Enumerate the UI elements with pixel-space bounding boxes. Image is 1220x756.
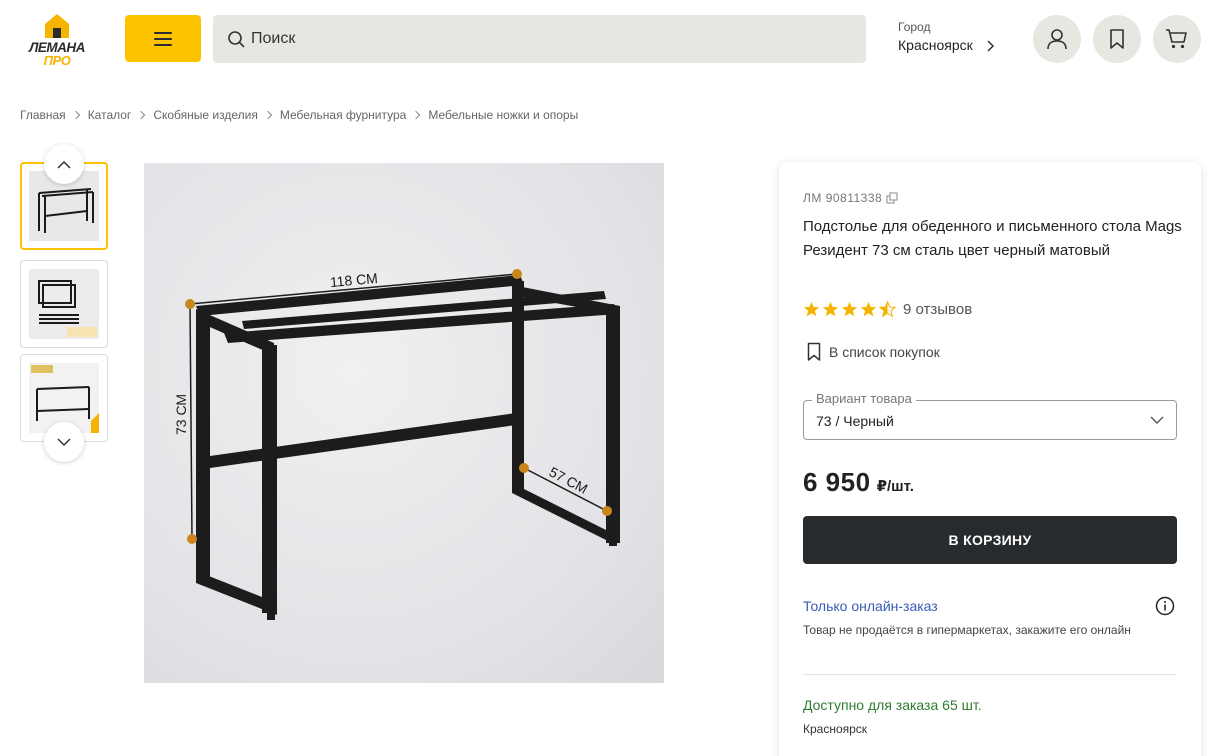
online-only-description: Товар не продаётся в гипермаркетах, зака…	[803, 623, 1131, 637]
height-dimension-label: 73 СМ	[173, 394, 189, 435]
thumbnail-scroll-down-button[interactable]	[44, 422, 84, 462]
variant-label: Вариант товара	[812, 391, 916, 406]
add-to-cart-button[interactable]: В КОРЗИНУ	[803, 516, 1177, 564]
breadcrumb: Главная Каталог Скобяные изделия Мебельн…	[20, 107, 578, 123]
chevron-right-icon	[137, 110, 146, 120]
price-value: 6 950	[803, 467, 871, 497]
product-info-panel: ЛМ 90811338 Подстолье для обеденного и п…	[779, 162, 1201, 756]
sku: ЛМ 90811338	[803, 191, 898, 205]
catalog-menu-button[interactable]	[125, 15, 201, 62]
variant-select[interactable]: Вариант товара 73 / Черный	[803, 391, 1177, 440]
online-only-title: Только онлайн-заказ	[803, 598, 938, 614]
availability-city: Красноярск	[803, 722, 868, 736]
price-unit: ₽/шт.	[876, 478, 914, 495]
variant-value: 73 / Черный	[816, 413, 894, 429]
thumbnail-image	[29, 269, 99, 339]
city-selector[interactable]: Город Красноярск	[898, 20, 1008, 60]
favorites-button[interactable]	[1093, 15, 1141, 63]
chevron-right-icon	[987, 40, 995, 52]
bookmark-icon	[1110, 29, 1124, 49]
star-icon	[860, 301, 877, 317]
star-icon	[803, 301, 820, 317]
search-icon	[228, 31, 245, 48]
cart-button[interactable]	[1153, 15, 1201, 63]
price: 6 950 ₽/шт.	[803, 467, 914, 498]
table-frame-illustration: 118 СМ 73 СМ 57 СМ	[173, 269, 620, 620]
availability-status: Доступно для заказа 65 шт.	[803, 697, 982, 713]
chevron-right-icon	[263, 110, 273, 120]
table-parts-image	[29, 269, 99, 339]
breadcrumb-item-home[interactable]: Главная	[20, 108, 66, 122]
user-icon	[1047, 29, 1067, 50]
add-to-list-button[interactable]: В список покупок	[807, 342, 940, 362]
divider	[803, 674, 1177, 675]
bookmark-icon	[807, 342, 821, 361]
add-to-list-label: В список покупок	[829, 344, 940, 360]
header: ЛЕМАНА ПРО Город Красноярск	[0, 0, 1220, 80]
city-label: Город	[898, 20, 931, 34]
rating[interactable]: 9 отзывов	[803, 301, 972, 318]
chevron-down-icon	[57, 437, 71, 446]
star-icon	[841, 301, 858, 317]
info-icon[interactable]	[1155, 596, 1175, 616]
thumbnail-scroll-up-button[interactable]	[44, 144, 84, 184]
cart-icon	[1166, 29, 1187, 49]
search-bar[interactable]	[213, 15, 866, 63]
logo[interactable]: ЛЕМАНА ПРО	[20, 12, 94, 68]
product-title: Подстолье для обеденного и письменного с…	[803, 218, 1182, 259]
city-name: Красноярск	[898, 37, 973, 53]
thumbnail-2[interactable]	[20, 260, 108, 348]
chevron-down-icon	[1150, 416, 1164, 424]
breadcrumb-item-hardware[interactable]: Скобяные изделия	[153, 108, 258, 122]
breadcrumb-item-furniture-legs[interactable]: Мебельные ножки и опоры	[428, 108, 578, 122]
breadcrumb-item-furniture-fittings[interactable]: Мебельная фурнитура	[280, 108, 407, 122]
star-icon	[822, 301, 839, 317]
logo-house-icon	[45, 14, 69, 38]
logo-subtext: ПРО	[43, 53, 71, 68]
breadcrumb-item-catalog[interactable]: Каталог	[88, 108, 132, 122]
chevron-right-icon	[71, 110, 80, 120]
search-input[interactable]	[251, 30, 851, 48]
star-half-icon	[879, 301, 896, 318]
hamburger-icon	[154, 31, 172, 46]
sku-text: ЛМ 90811338	[803, 191, 883, 205]
product-image[interactable]: 118 СМ 73 СМ 57 СМ	[144, 163, 664, 683]
reviews-link[interactable]: 9 отзывов	[903, 301, 972, 318]
depth-dimension-label: 57 СМ	[547, 464, 591, 497]
profile-button[interactable]	[1033, 15, 1081, 63]
chevron-right-icon	[412, 110, 421, 120]
copy-icon[interactable]	[886, 192, 898, 204]
thumbnail-gallery	[20, 144, 110, 462]
chevron-up-icon	[57, 160, 71, 169]
